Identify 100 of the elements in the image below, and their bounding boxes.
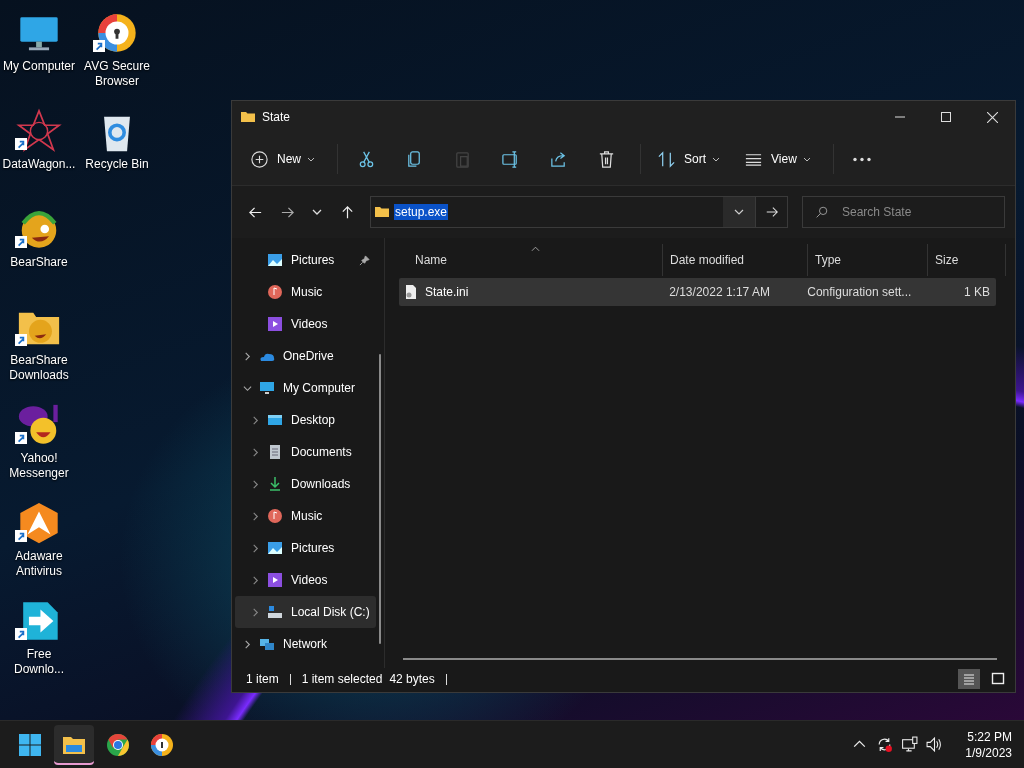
sync-alert-icon[interactable]: [876, 736, 894, 753]
datawagon-app-icon: [16, 108, 62, 154]
file-name: State.ini: [425, 285, 469, 299]
sidebar-item[interactable]: Documents: [235, 436, 376, 468]
shortcut-arrow-icon: [15, 138, 27, 150]
arrow-right-icon: [764, 205, 779, 219]
music-icon: [267, 508, 283, 524]
column-header[interactable]: Size: [928, 244, 1006, 276]
column-header[interactable]: Type: [808, 244, 928, 276]
selection-count: 1 item selected: [301, 672, 383, 686]
chevron-right-icon[interactable]: [251, 415, 260, 425]
desktop-shortcut[interactable]: My Computer: [0, 8, 78, 106]
plus-circle-icon: [250, 149, 269, 169]
shortcut-arrow-icon: [15, 628, 27, 640]
documents-icon: [267, 444, 283, 460]
close-icon: [986, 111, 998, 123]
sidebar-item[interactable]: Videos: [235, 564, 376, 596]
chevron-right-icon[interactable]: [251, 575, 260, 585]
network-icon[interactable]: [901, 736, 919, 753]
sort-button[interactable]: Sort: [649, 141, 729, 177]
chevron-down-icon: [734, 209, 744, 215]
chevron-right-icon[interactable]: [251, 607, 260, 617]
downloads-icon: [267, 476, 283, 492]
desktop-shortcut[interactable]: DataWagon...: [0, 106, 78, 204]
desktop-shortcut[interactable]: Free Downlo...: [0, 596, 78, 694]
column-header[interactable]: Date modified: [663, 244, 808, 276]
shortcut-arrow-icon: [15, 432, 27, 444]
window-title: State: [262, 110, 291, 124]
maximize-icon: [941, 112, 951, 122]
file-row[interactable]: State.ini 2/13/2022 1:17 AM Configuration sett... 1 KB: [399, 278, 996, 306]
music-folder-icon: [267, 284, 283, 300]
list-lines-icon: [962, 672, 976, 686]
caret-icon: [802, 156, 811, 162]
item-count: 1 item: [246, 672, 279, 686]
rename-icon: [500, 149, 520, 169]
videos-folder-icon: [267, 316, 283, 332]
chevron-right-icon[interactable]: [243, 351, 252, 361]
chevron-right-icon[interactable]: [243, 639, 252, 649]
chevron-right-icon[interactable]: [251, 479, 260, 489]
clock-date: 1/9/2023: [965, 744, 1012, 761]
computer-icon: [259, 380, 275, 396]
volume-icon[interactable]: [926, 736, 944, 753]
sidebar-item[interactable]: Network: [235, 628, 376, 660]
windows-logo-icon: [18, 732, 42, 757]
column-header[interactable]: Name: [393, 244, 663, 276]
desktop-shortcut[interactable]: Recycle Bin: [78, 106, 156, 204]
sort-arrows-icon: [657, 149, 676, 169]
browser-logo-icon: [106, 732, 130, 757]
folder-icon: [374, 204, 390, 220]
browser-logo-icon: [150, 732, 174, 757]
chevron-down-icon[interactable]: [243, 383, 252, 393]
shortcut-arrow-icon: [15, 334, 27, 346]
desktop-shortcut[interactable]: Yahoo! Messenger: [0, 400, 78, 498]
sidebar-item[interactable]: My Computer: [235, 372, 376, 404]
view-button[interactable]: View: [736, 141, 819, 177]
pictures-folder-icon: [267, 252, 283, 268]
sidebar-item[interactable]: Desktop: [235, 404, 376, 436]
sidebar-item[interactable]: Pictures: [235, 532, 376, 564]
file-type: Configuration sett...: [807, 285, 912, 299]
file-size: 1 KB: [964, 285, 990, 299]
sidebar-item[interactable]: Videos: [235, 308, 376, 340]
sidebar-item[interactable]: Music: [235, 276, 376, 308]
sort-ascending-icon: [531, 246, 540, 252]
caret-icon: [307, 156, 315, 162]
pin-icon: [359, 254, 370, 266]
shortcut-arrow-icon: [15, 236, 27, 248]
sidebar-item[interactable]: Pictures: [235, 244, 376, 276]
chevron-right-icon[interactable]: [251, 447, 260, 457]
caret-icon: [712, 156, 721, 162]
folder-icon: [240, 109, 256, 125]
settings-file-icon: [403, 284, 419, 300]
pictures-icon: [267, 540, 283, 556]
shortcut-arrow-icon: [15, 530, 27, 542]
chevron-down-icon: [312, 209, 322, 215]
date-modified: 2/13/2022 1:17 AM: [669, 285, 770, 299]
square-icon: [991, 672, 1005, 686]
desktop-shortcut[interactable]: BearShare Downloads: [0, 302, 78, 400]
search-field[interactable]: Search State: [802, 196, 1005, 228]
sidebar-item[interactable]: Downloads: [235, 468, 376, 500]
sidebar-item[interactable]: OneDrive: [235, 340, 376, 372]
shortcut-arrow-icon: [93, 40, 105, 52]
desktop-shortcut[interactable]: BearShare: [0, 204, 78, 302]
sidebar-item[interactable]: Local Disk (C:): [235, 596, 376, 628]
sidebar-item[interactable]: Music: [235, 500, 376, 532]
details-view-button[interactable]: [958, 669, 980, 689]
network-icon: [259, 636, 275, 652]
chevron-right-icon[interactable]: [251, 543, 260, 553]
disk-icon: [267, 604, 283, 620]
address-bar[interactable]: setup.exe: [370, 196, 788, 228]
taskbar-app-button[interactable]: [54, 724, 94, 765]
chevron-right-icon[interactable]: [251, 511, 260, 521]
clock-time: 5:22 PM: [967, 728, 1012, 745]
address-path: setup.exe: [394, 204, 449, 220]
clock[interactable]: 5:22 PM 1/9/2023: [965, 728, 1012, 761]
new-button[interactable]: New: [242, 141, 323, 177]
more-dots-icon: [851, 156, 872, 162]
desktop-shortcut[interactable]: Adaware Antivirus: [0, 498, 78, 596]
desktop-icon: [267, 412, 283, 428]
desktop-shortcut[interactable]: AVG Secure Browser: [78, 8, 156, 106]
videos-icon: [267, 572, 283, 588]
